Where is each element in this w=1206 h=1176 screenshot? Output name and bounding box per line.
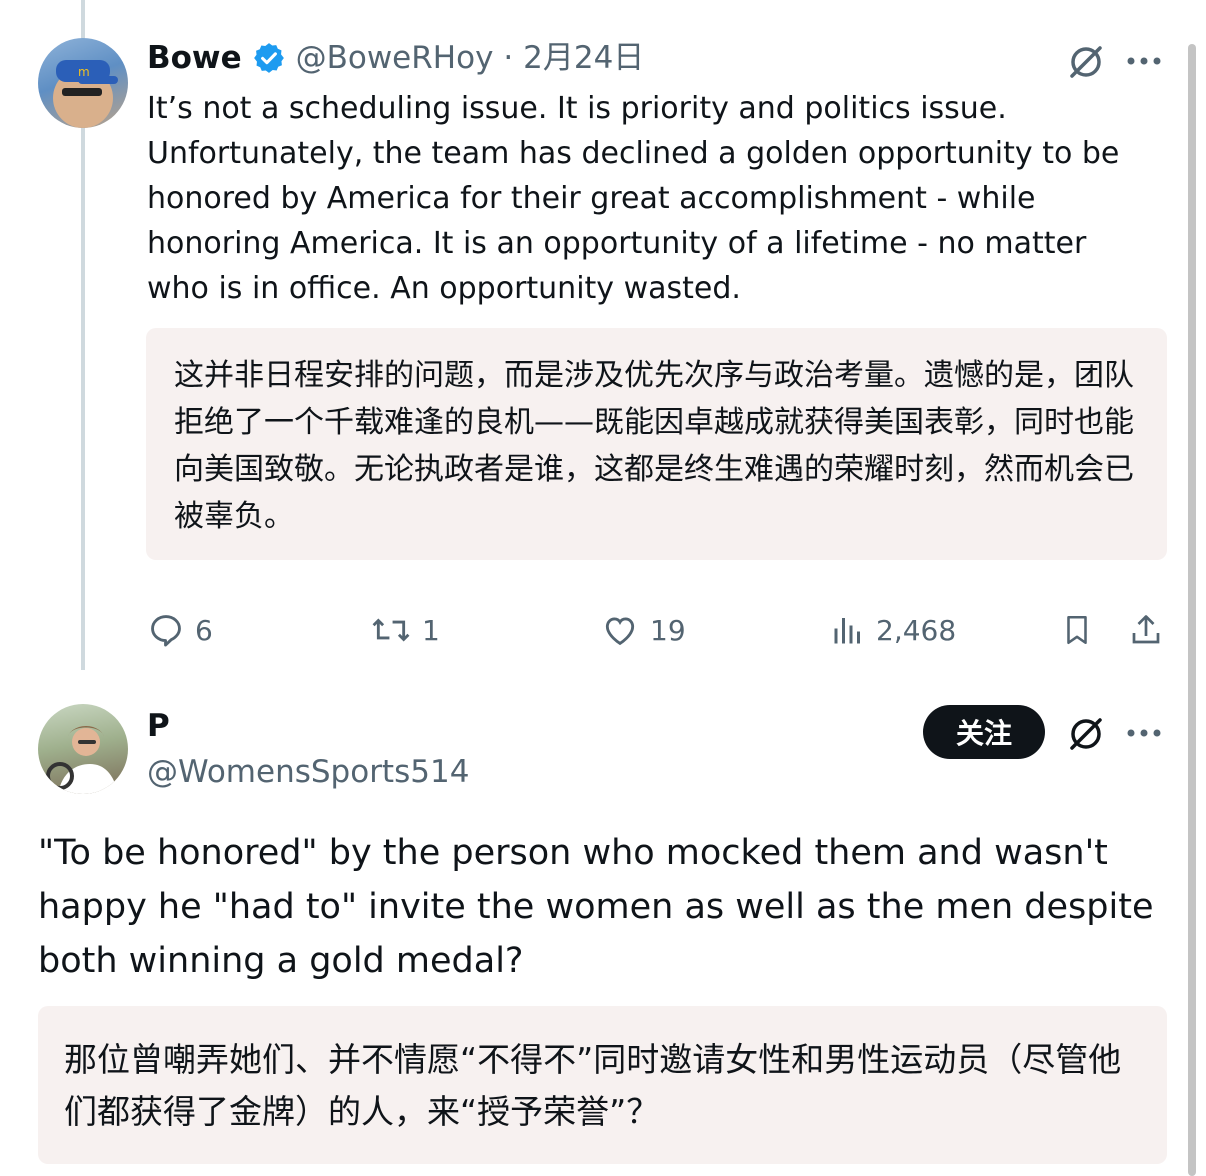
reply-icon <box>147 611 185 649</box>
follow-button[interactable]: 关注 <box>923 705 1045 759</box>
scrollbar[interactable] <box>1188 44 1196 1176</box>
avatar-image: m <box>53 60 118 128</box>
avatar-bowe[interactable]: m <box>38 38 128 128</box>
retweet-icon <box>370 611 412 649</box>
author-name[interactable]: Bowe <box>147 38 242 78</box>
view-count: 2,468 <box>876 613 957 647</box>
tweet1-text: It’s not a scheduling issue. It is prior… <box>147 91 1120 306</box>
views-icon <box>830 611 866 649</box>
tweet1-header: Bowe @BoweRHoy · 2月24日 <box>147 38 644 78</box>
share-icon[interactable] <box>1126 610 1166 650</box>
avatar-p[interactable] <box>38 704 128 794</box>
translation-text: 那位曾嘲弄她们、并不情愿“不得不”同时邀请女性和男性运动员（尽管他们都获得了金牌… <box>64 1040 1122 1131</box>
svg-text:m: m <box>78 65 90 79</box>
retweet-count: 1 <box>422 613 440 647</box>
like-icon <box>600 611 640 649</box>
author-handle[interactable]: @BoweRHoy <box>296 38 494 78</box>
avatar-image <box>46 726 118 794</box>
author-name[interactable]: P <box>147 706 170 746</box>
reply-button[interactable]: 6 <box>147 610 213 650</box>
author-handle[interactable]: @WomensSports514 <box>147 752 469 792</box>
like-button[interactable]: 19 <box>600 610 686 650</box>
translation-text: 这并非日程安排的问题，而是涉及优先次序与政治考量。遗憾的是，团队拒绝了一个千载难… <box>174 358 1134 534</box>
retweet-button[interactable]: 1 <box>370 610 440 650</box>
tweet-date[interactable]: · 2月24日 <box>503 38 644 78</box>
views-button[interactable]: 2,468 <box>830 610 956 650</box>
bookmark-icon[interactable] <box>1057 610 1097 650</box>
like-count: 19 <box>650 613 686 647</box>
more-icon[interactable] <box>1124 716 1164 750</box>
verified-badge-icon <box>252 41 286 75</box>
tweet2-text: "To be honored" by the person who mocked… <box>38 833 1154 981</box>
reply-count: 6 <box>195 613 213 647</box>
more-icon[interactable] <box>1124 44 1164 78</box>
grok-icon[interactable] <box>1064 712 1108 756</box>
grok-icon[interactable] <box>1064 40 1108 84</box>
